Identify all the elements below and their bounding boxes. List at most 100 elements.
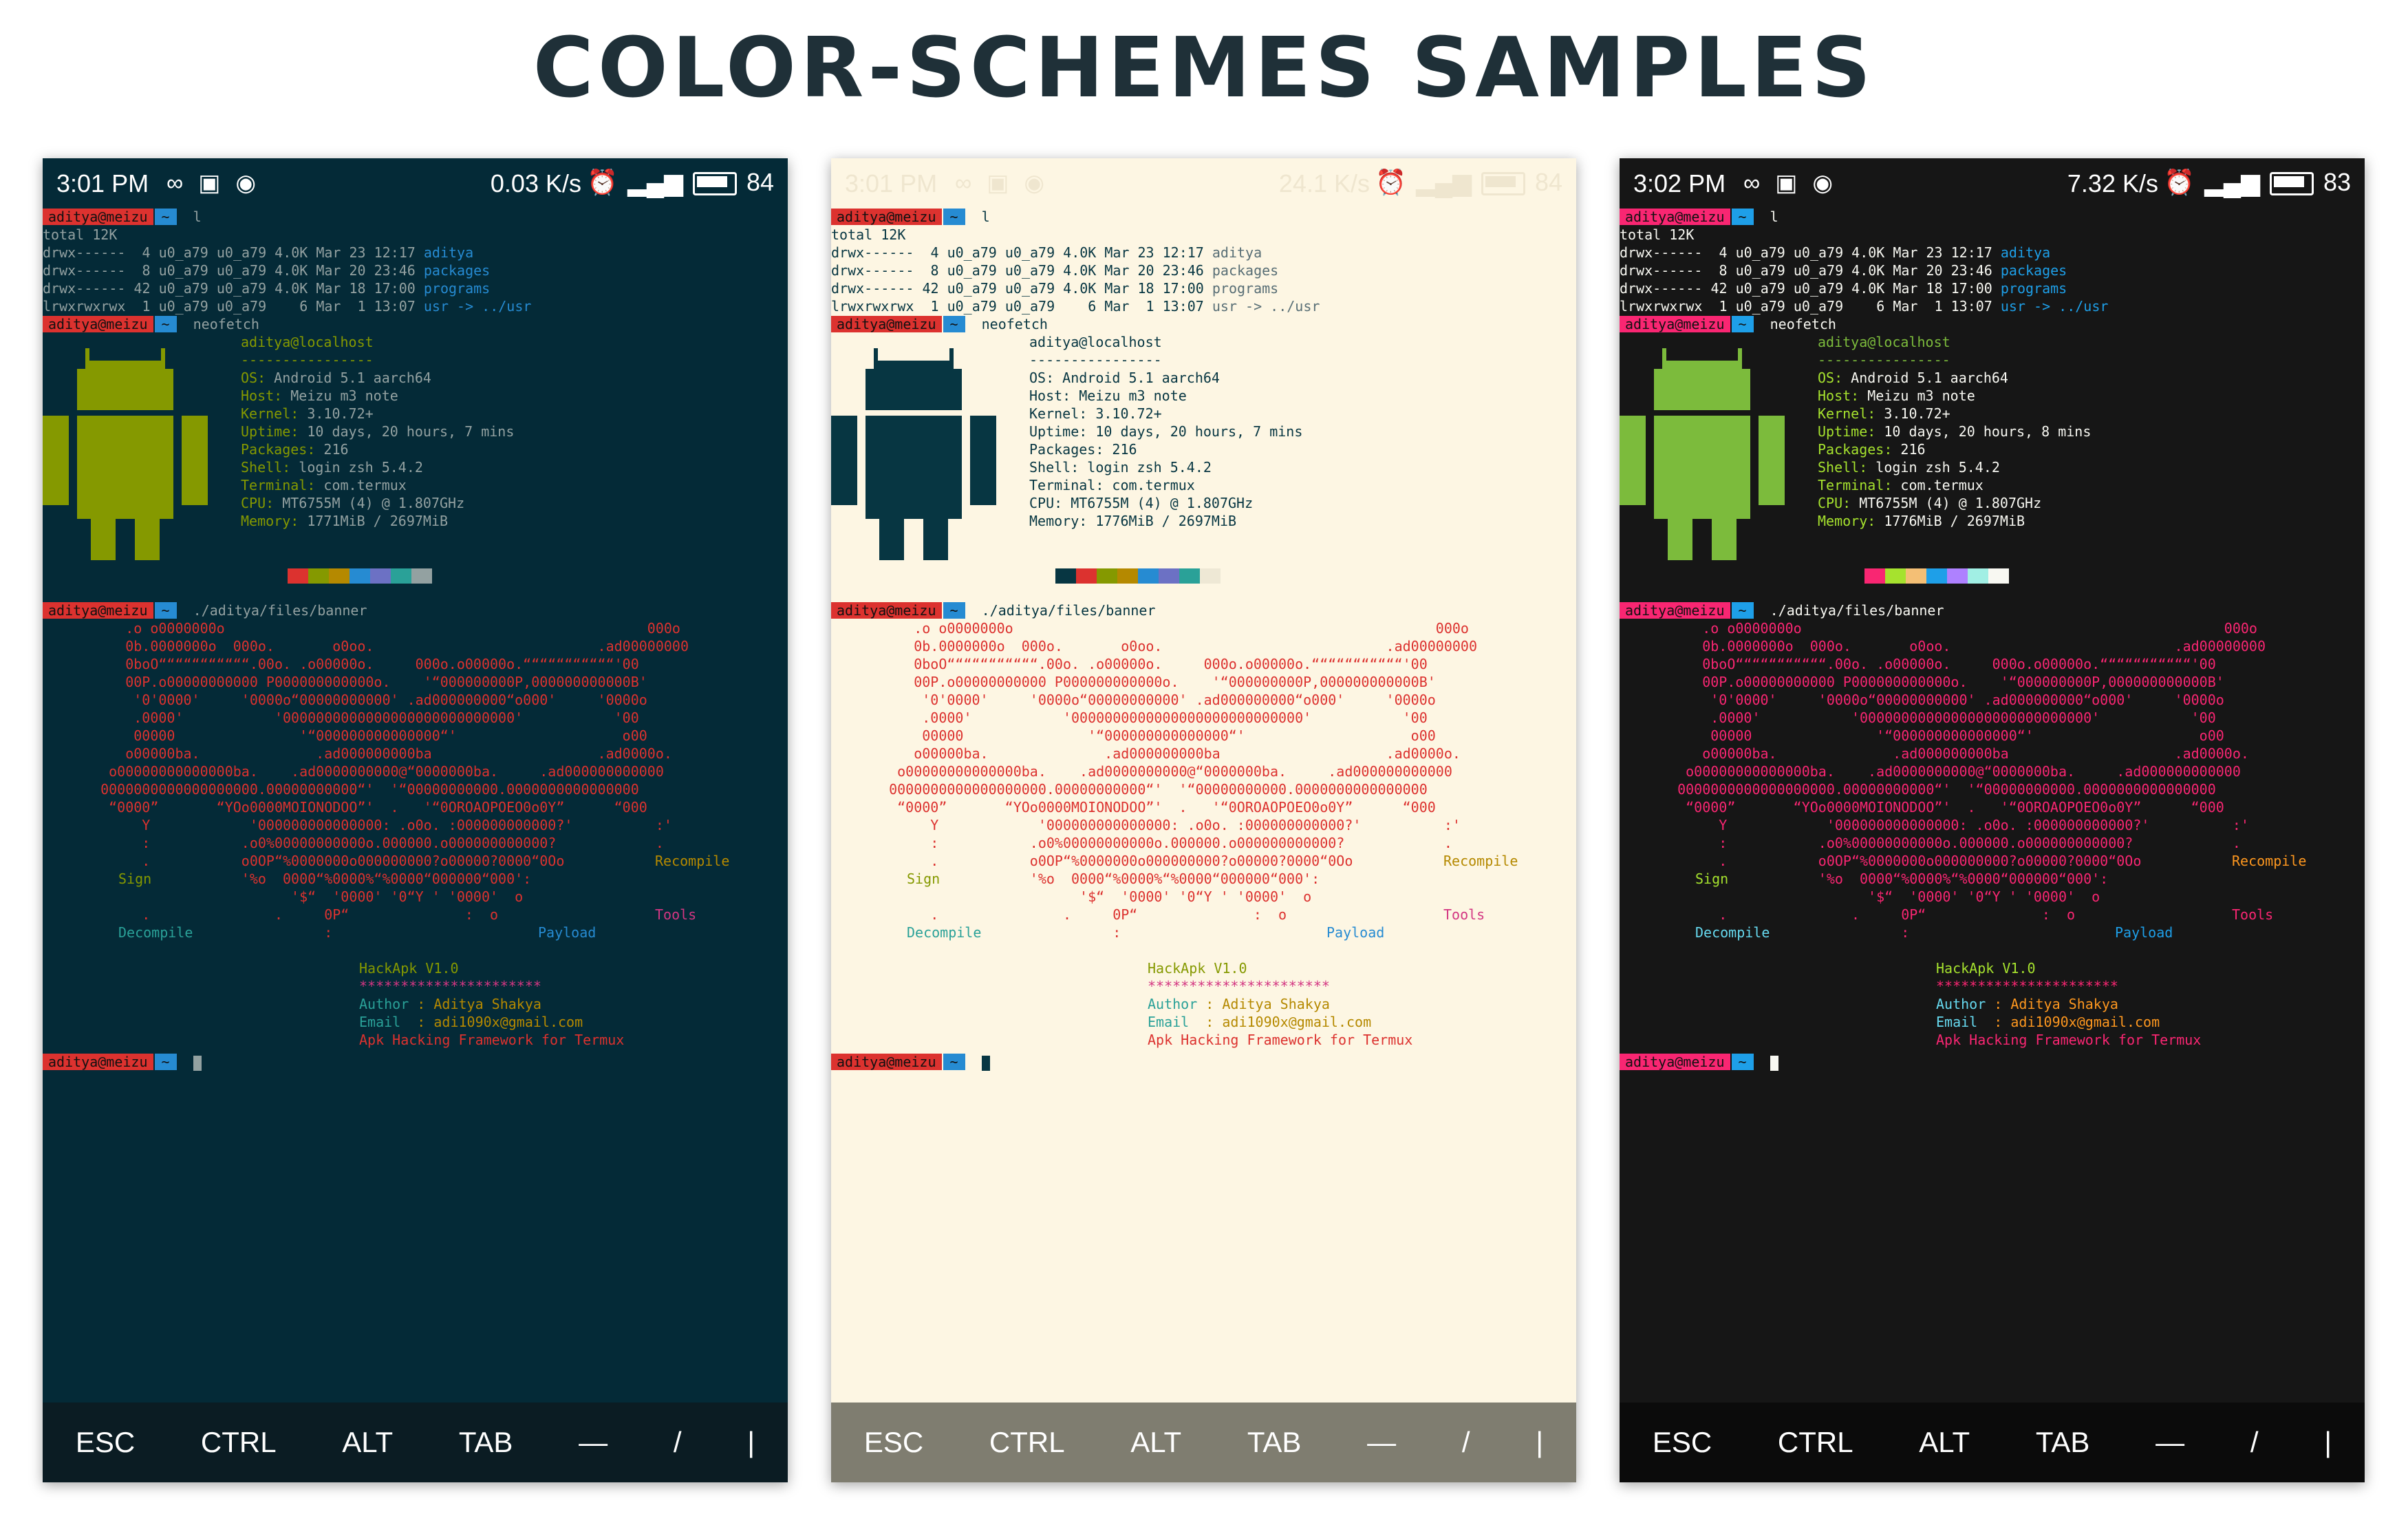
terminal-output[interactable]: aditya@meizu ~ l total 12K drwx------ 4 u0_… <box>1620 208 2365 1071</box>
neo-value: com.termux <box>315 477 407 493</box>
command-text: neofetch <box>176 316 259 332</box>
key-pipe[interactable]: | <box>1536 1426 1543 1459</box>
color-swatch <box>1864 568 1885 584</box>
alarm-icon: ⏰ <box>2164 168 2195 196</box>
phone-screen-solarized-dark: 3:01 PM ∞ ▣ ◉ 0.03 K/s ⏰ ▂▄▆ 84 aditya@meizu ~ lt… <box>43 158 788 1482</box>
banner-ascii-art: .o o0000000o 000o 0b.0000000o 000o. o0oo… <box>84 619 689 941</box>
prompt-line: aditya@meizu ~ ./aditya/files/banner <box>43 601 788 619</box>
phone-screen-monokai: 3:02 PM ∞ ▣ ◉ 7.32 K/s ⏰ ▂▄▆ 83 aditya@meizu ~ lt… <box>1620 158 2365 1482</box>
android-logo-icon <box>43 348 208 560</box>
label-recompile: Recompile <box>2232 853 2307 869</box>
ls-row: drwx------ 4 u0_a79 u0_a79 4.0K Mar 23 1… <box>831 244 1576 262</box>
color-swatch <box>1926 568 1947 584</box>
neo-key: OS: <box>1029 370 1055 386</box>
ls-name: programs <box>2000 280 2067 297</box>
label-stars: ********************** <box>1148 978 1330 994</box>
label-recompile: Recompile <box>655 853 730 869</box>
neo-packages: Packages: 216 <box>1029 440 1302 458</box>
ls-row: drwx------ 42 u0_a79 u0_a79 4.0K Mar 18 … <box>831 279 1576 297</box>
neo-host: Host: Meizu m3 note <box>1818 387 2091 405</box>
key-slash[interactable]: / <box>2250 1426 2259 1459</box>
author-value: : Aditya Shakya <box>1986 996 2118 1012</box>
neo-host: Host: Meizu m3 note <box>1029 387 1302 405</box>
battery-level: 84 <box>746 168 774 196</box>
neo-host: Host: Meizu m3 note <box>241 387 514 405</box>
terminal-cursor <box>1770 1055 1778 1071</box>
android-logo-icon <box>831 348 996 560</box>
color-swatch <box>1844 568 1864 584</box>
status-bar: 3:01 PM ∞ ▣ ◉ 0.03 K/s ⏰ ▂▄▆ 84 <box>43 158 788 206</box>
prompt-user: aditya@meizu <box>831 1054 942 1070</box>
command-text: ./aditya/files/banner <box>1753 602 1944 619</box>
key-ctrl[interactable]: CTRL <box>989 1426 1065 1459</box>
neo-os: OS: Android 5.1 aarch64 <box>241 369 514 387</box>
key-pipe[interactable]: | <box>747 1426 755 1459</box>
key-alt[interactable]: ALT <box>1130 1426 1181 1459</box>
key-alt[interactable]: ALT <box>1919 1426 1970 1459</box>
key-esc[interactable]: ESC <box>1653 1426 1712 1459</box>
ls-name: usr <box>1212 298 1238 314</box>
key-dash[interactable]: — <box>2156 1426 2184 1459</box>
banner-art-line: Y '000000000000000: .o0o. :000000000000?… <box>872 817 1461 833</box>
neo-key: CPU: <box>1818 495 1851 511</box>
neo-value: 216 <box>1104 441 1137 458</box>
prompt-user: aditya@meizu <box>831 316 942 332</box>
key-esc[interactable]: ESC <box>76 1426 135 1459</box>
neo-user-host: aditya@localhost <box>241 334 374 350</box>
label-decompile: Decompile <box>118 924 193 941</box>
neo-kernel: Kernel: 3.10.72+ <box>241 405 514 423</box>
ls-name: aditya <box>423 244 474 261</box>
banner-art-line: : .o0%00000000000o.000000.o000000000000?… <box>872 835 1452 851</box>
prompt-line: aditya@meizu ~ ./aditya/files/banner <box>831 601 1576 619</box>
color-swatch <box>1200 568 1221 584</box>
neo-shell: Shell: login zsh 5.4.2 <box>1029 458 1302 476</box>
neo-value: Android 5.1 aarch64 <box>266 370 431 386</box>
banner-art-line: . o0OP“%0000000o000000000?o00000?0000“0O… <box>1661 853 2142 869</box>
key-dash[interactable]: — <box>1367 1426 1396 1459</box>
author-label: Author <box>1148 996 1198 1012</box>
prompt-dir: ~ <box>1731 209 1754 225</box>
key-tab[interactable]: TAB <box>459 1426 513 1459</box>
terminal-output[interactable]: aditya@meizu ~ l total 12K drwx------ 4 u0_… <box>43 208 788 1071</box>
ls-link: -> ../usr <box>1237 298 1320 314</box>
color-swatches <box>267 568 432 584</box>
neo-value: login zsh 5.4.2 <box>290 459 423 476</box>
key-esc[interactable]: ESC <box>864 1426 923 1459</box>
neo-key: Kernel: <box>241 405 299 422</box>
key-tab[interactable]: TAB <box>2036 1426 2090 1459</box>
ls-perm: drwx------ 8 u0_a79 u0_a79 4.0K Mar 20 2… <box>1620 262 2001 279</box>
banner-art-line: 00000 '“000000000000000“' o00 <box>872 727 1436 744</box>
4g-signal-icon: ▂▄▆ <box>2204 168 2260 196</box>
key-slash[interactable]: / <box>1462 1426 1470 1459</box>
battery-icon <box>1481 172 1525 196</box>
terminal-output[interactable]: aditya@meizu ~ l total 12K drwx------ 4 u0_… <box>831 208 1576 1071</box>
ls-name: packages <box>2000 262 2067 279</box>
label-stars: ********************** <box>359 978 541 994</box>
email-value: : adi1090x@gmail.com <box>409 1014 583 1030</box>
email-line: Email : adi1090x@gmail.com <box>359 1013 583 1031</box>
banner-art-line: 0boO“““““““““““.00o. .o00000o. 000o.o000… <box>84 656 639 672</box>
neo-key: Packages: <box>241 441 316 458</box>
ls-perm: drwx------ 8 u0_a79 u0_a79 4.0K Mar 20 2… <box>43 262 424 279</box>
key-ctrl[interactable]: CTRL <box>1778 1426 1853 1459</box>
key-dash[interactable]: — <box>579 1426 608 1459</box>
status-speed: 24.1 K/s <box>1278 169 1370 198</box>
key-pipe[interactable]: | <box>2324 1426 2332 1459</box>
color-swatches <box>1055 568 1221 584</box>
neo-terminal: Terminal: com.termux <box>1029 476 1302 494</box>
neo-kernel: Kernel: 3.10.72+ <box>1818 405 2091 423</box>
prompt-line: aditya@meizu ~ neofetch <box>43 315 788 333</box>
author-line: Author : Aditya Shakya <box>1148 995 1330 1013</box>
neo-key: Uptime: <box>241 423 299 440</box>
neo-key: Packages: <box>1818 441 1893 458</box>
key-tab[interactable]: TAB <box>1247 1426 1302 1459</box>
android-logo-icon <box>1620 348 1785 560</box>
key-slash[interactable]: / <box>674 1426 682 1459</box>
label-payload: Payload <box>2115 924 2173 941</box>
key-alt[interactable]: ALT <box>342 1426 393 1459</box>
extra-keys-bar: ESC CTRL ALT TAB — / | <box>43 1403 788 1482</box>
banner-art-line: o00000ba. .ad000000000ba .ad0000o. <box>1661 745 2249 762</box>
key-ctrl[interactable]: CTRL <box>201 1426 277 1459</box>
prompt-dir: ~ <box>1731 602 1754 619</box>
ls-name: packages <box>1212 262 1279 279</box>
